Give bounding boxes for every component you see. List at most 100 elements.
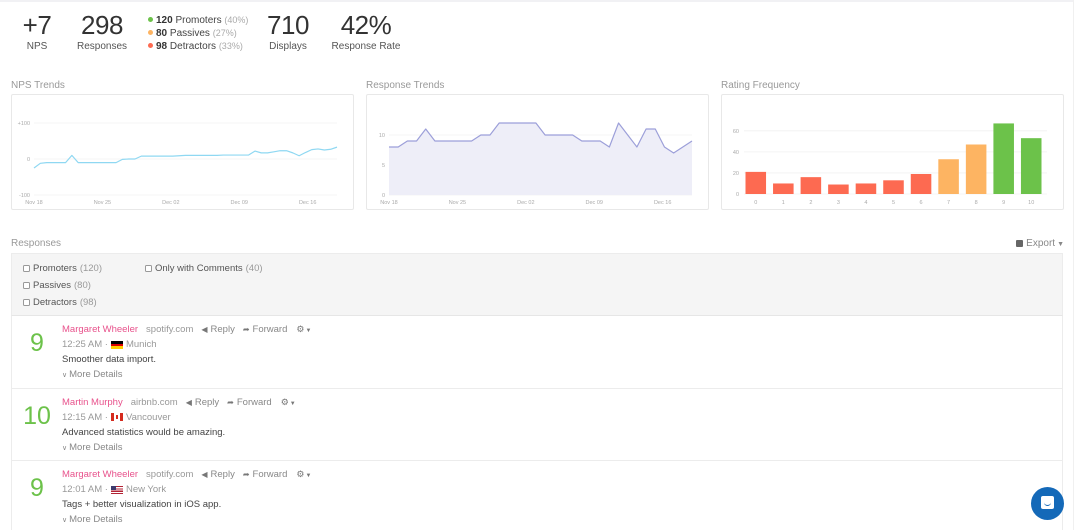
chat-launcher-button[interactable] bbox=[1031, 487, 1064, 520]
rating-frequency-title: Rating Frequency bbox=[721, 80, 800, 91]
forward-button[interactable]: ➦ Forward bbox=[243, 324, 288, 335]
settings-dropdown[interactable]: ⚙▼ bbox=[281, 397, 296, 408]
response-time: 12:25 AM bbox=[62, 339, 103, 350]
chat-icon bbox=[1041, 496, 1054, 509]
response-time: 12:15 AM bbox=[62, 411, 103, 423]
breakdown-detractors: 98 Detractors (33%) bbox=[148, 40, 248, 53]
x-tick-label: Nov 18 bbox=[380, 200, 397, 206]
response-trends-title: Response Trends bbox=[366, 80, 445, 91]
passive-dot-icon bbox=[148, 30, 153, 35]
displays-label: Displays bbox=[269, 41, 307, 52]
response-rate-label: Response Rate bbox=[331, 41, 401, 52]
nps-value: +7 bbox=[22, 10, 52, 40]
nps-breakdown: 120 Promoters (40%) 80 Passives (27%) 98… bbox=[148, 14, 248, 53]
more-details-toggle[interactable]: ∨ More Details bbox=[62, 369, 122, 380]
y-tick-label: 0 bbox=[27, 157, 30, 163]
responses-title: Responses bbox=[11, 238, 62, 249]
more-details-label: More Details bbox=[69, 441, 123, 453]
forward-icon: ➦ bbox=[227, 397, 234, 407]
gear-icon: ⚙ bbox=[280, 396, 289, 407]
filter-passives[interactable]: Passives (80) bbox=[23, 280, 91, 291]
more-details-label: More Details bbox=[69, 514, 123, 525]
chevron-down-icon: ∨ bbox=[62, 444, 68, 452]
stat-response-rate: 42% Response Rate bbox=[330, 10, 402, 52]
more-details-toggle[interactable]: ∨ More Details bbox=[62, 514, 122, 525]
export-label: Export bbox=[1026, 238, 1056, 249]
promoters-pct: (40%) bbox=[224, 15, 249, 25]
reply-button[interactable]: ◀ Reply bbox=[201, 469, 234, 480]
respondent-domain: spotify.com bbox=[146, 324, 194, 335]
x-tick-label: Dec 09 bbox=[231, 200, 248, 206]
x-tick-label: Dec 02 bbox=[162, 200, 179, 206]
passives-count: 80 bbox=[156, 28, 168, 39]
x-tick-label: Dec 16 bbox=[654, 200, 671, 206]
x-tick-label: Nov 25 bbox=[449, 200, 466, 206]
reply-label: Reply bbox=[210, 324, 235, 335]
x-tick-label: 5 bbox=[892, 200, 895, 206]
promoter-dot-icon bbox=[148, 17, 153, 22]
settings-dropdown[interactable]: ⚙▼ bbox=[296, 469, 311, 480]
reply-label: Reply bbox=[210, 469, 235, 480]
filter-label: Promoters bbox=[33, 263, 77, 274]
response-item: 9 Margaret Wheeler spotify.com ◀ Reply ➦ F… bbox=[11, 316, 1063, 389]
top-divider bbox=[0, 0, 1074, 2]
x-tick-label: Nov 25 bbox=[94, 200, 111, 206]
reply-label: Reply bbox=[194, 396, 220, 408]
caret-down-icon: ▼ bbox=[289, 400, 296, 407]
y-tick-label: 0 bbox=[382, 193, 385, 199]
stat-nps: +7 NPS bbox=[18, 10, 56, 52]
x-tick-label: 0 bbox=[754, 200, 757, 206]
caret-down-icon: ▼ bbox=[305, 328, 312, 334]
filter-detractors[interactable]: Detractors (98) bbox=[23, 297, 97, 308]
detractors-checkbox[interactable] bbox=[23, 299, 30, 306]
reply-icon: ◀ bbox=[185, 397, 192, 407]
respondent-domain: spotify.com bbox=[146, 469, 194, 480]
passives-checkbox[interactable] bbox=[23, 282, 30, 289]
filter-bar: Promoters (120) Passives (80) Detractors (9… bbox=[11, 253, 1063, 316]
detractors-pct: (33%) bbox=[218, 41, 243, 51]
rating-frequency-chart: 60 40 20 0 0 1 2 3 4 5 6 7 8 9 10 bbox=[721, 94, 1064, 210]
promoters-checkbox[interactable] bbox=[23, 265, 30, 272]
filter-promoters[interactable]: Promoters (120) bbox=[23, 263, 102, 274]
response-comment: Tags + better visualization in iOS app. bbox=[62, 499, 222, 510]
reply-icon: ◀ bbox=[201, 325, 208, 334]
bar-rating-1 bbox=[773, 183, 794, 194]
bar-rating-3 bbox=[828, 184, 849, 194]
detractors-count: 98 bbox=[156, 41, 168, 52]
respondent-name[interactable]: Margaret Wheeler bbox=[62, 324, 138, 335]
y-tick-label: -100 bbox=[19, 193, 30, 199]
filter-count: (98) bbox=[79, 297, 97, 308]
comments-checkbox[interactable] bbox=[145, 265, 152, 272]
export-icon bbox=[1016, 239, 1024, 247]
respondent-name[interactable]: Martin Murphy bbox=[62, 397, 123, 408]
bar-rating-0 bbox=[745, 171, 767, 194]
forward-button[interactable]: ➦ Forward bbox=[243, 469, 288, 480]
settings-dropdown[interactable]: ⚙▼ bbox=[296, 324, 311, 335]
forward-button[interactable]: ➦ Forward bbox=[227, 397, 272, 408]
respondent-domain: airbnb.com bbox=[130, 396, 178, 408]
bar-rating-4 bbox=[855, 183, 877, 194]
x-tick-label: Nov 18 bbox=[25, 200, 42, 206]
filter-only-with-comments[interactable]: Only with Comments (40) bbox=[145, 263, 263, 274]
more-details-label: More Details bbox=[69, 369, 123, 380]
reply-button[interactable]: ◀ Reply bbox=[201, 324, 234, 335]
nps-label: NPS bbox=[26, 41, 48, 52]
chevron-down-icon: ∨ bbox=[62, 517, 68, 524]
filter-count: (40) bbox=[245, 263, 263, 274]
passives-label: Passives bbox=[169, 28, 210, 39]
response-meta: 12:15 AM · Vancouver bbox=[62, 411, 171, 423]
reply-button[interactable]: ◀ Reply bbox=[186, 397, 219, 408]
respondent-name[interactable]: Margaret Wheeler bbox=[62, 469, 138, 480]
gear-icon: ⚙ bbox=[296, 324, 305, 334]
response-meta: 12:01 AM · New York bbox=[62, 484, 167, 495]
export-button[interactable]: Export ▼ bbox=[1016, 238, 1064, 249]
chevron-down-icon: ∨ bbox=[62, 372, 68, 379]
nps-trends-svg: +100 0 -100Nov 18 Nov 25 Dec 02 Dec 09 Dec 16 bbox=[18, 121, 338, 206]
response-city: Vancouver bbox=[125, 411, 171, 423]
responses-list: 9 Margaret Wheeler spotify.com ◀ Reply ➦ F… bbox=[11, 316, 1063, 530]
caret-down-icon: ▼ bbox=[305, 473, 312, 479]
more-details-toggle[interactable]: ∨ More Details bbox=[62, 442, 122, 453]
passives-pct: (27%) bbox=[212, 28, 237, 38]
reply-icon: ◀ bbox=[201, 470, 208, 479]
filter-count: (120) bbox=[79, 263, 103, 274]
